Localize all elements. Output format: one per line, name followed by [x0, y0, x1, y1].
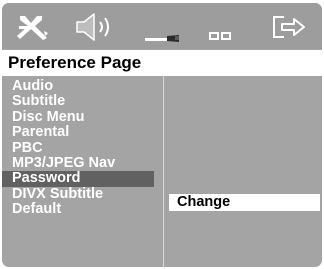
menu-item-password[interactable]: Password — [2, 170, 154, 187]
dvd-setup-screen: Preference Page Audio Subtitle Disc Menu… — [2, 3, 322, 267]
menu-item-audio[interactable]: Audio — [2, 78, 154, 94]
preference-setup-icon[interactable] — [208, 29, 234, 41]
video-setup-icon[interactable] — [145, 31, 183, 43]
submenu-option-change[interactable]: Change — [169, 194, 320, 211]
menu-item-default[interactable]: Default — [2, 201, 154, 217]
general-setup-icon[interactable] — [16, 13, 50, 41]
page-title: Preference Page — [8, 53, 142, 72]
menu-item-mp3-jpeg-nav[interactable]: MP3/JPEG Nav — [2, 155, 154, 171]
exit-icon[interactable] — [272, 13, 308, 41]
menu-item-divx-subtitle[interactable]: DIVX Subtitle — [2, 186, 154, 202]
column-divider — [163, 76, 164, 267]
page-title-bar: Preference Page — [2, 50, 322, 76]
menu-item-disc-menu[interactable]: Disc Menu — [2, 109, 154, 125]
preference-menu: Audio Subtitle Disc Menu Parental PBC MP… — [2, 78, 154, 218]
menu-item-parental[interactable]: Parental — [2, 124, 154, 140]
menu-item-subtitle[interactable]: Subtitle — [2, 93, 154, 109]
menu-item-pbc[interactable]: PBC — [2, 140, 154, 156]
audio-setup-icon[interactable] — [74, 12, 120, 42]
setup-toolbar — [2, 3, 322, 49]
